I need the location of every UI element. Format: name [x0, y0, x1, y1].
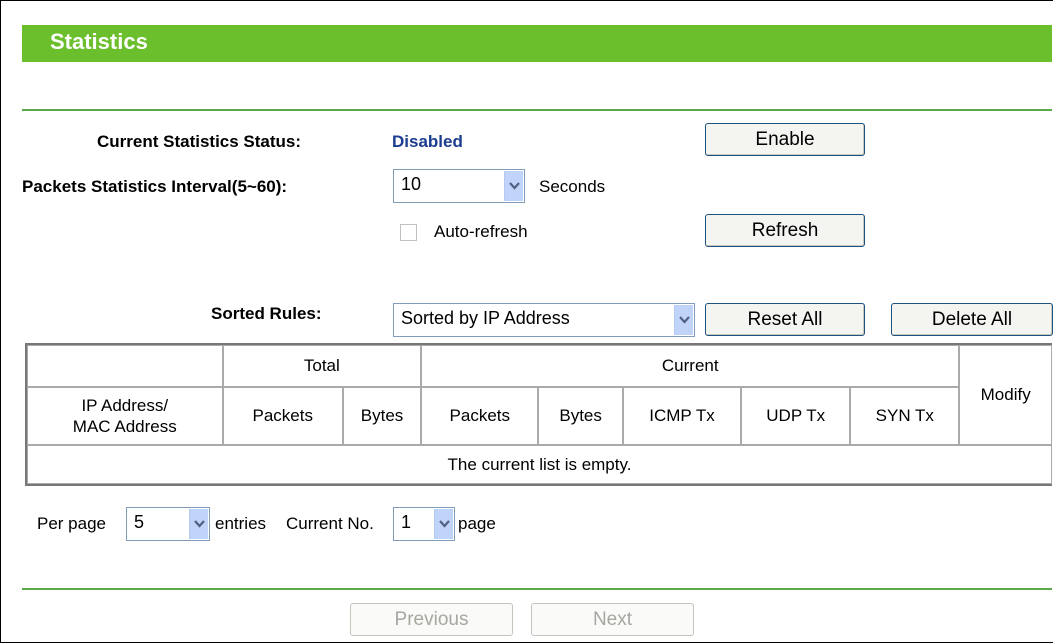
- divider-bottom: [22, 588, 1052, 590]
- chevron-down-icon: [504, 171, 523, 201]
- current-group-header: Current: [421, 345, 960, 387]
- interval-unit: Seconds: [539, 177, 606, 196]
- enable-button[interactable]: Enable: [705, 123, 865, 156]
- udp-tx-header: UDP Tx: [741, 387, 851, 445]
- reset-all-button[interactable]: Reset All: [705, 303, 865, 336]
- sort-label: Sorted Rules:: [211, 304, 322, 323]
- refresh-button[interactable]: Refresh: [705, 214, 865, 247]
- total-group-header: Total: [222, 345, 422, 387]
- icmp-tx-header: ICMP Tx: [622, 387, 742, 445]
- current-no-label: Current No.: [286, 514, 374, 533]
- sort-value: Sorted by IP Address: [401, 308, 570, 328]
- page-header: Statistics: [22, 25, 1052, 62]
- next-button[interactable]: Next: [531, 603, 694, 636]
- chevron-down-icon: [674, 305, 693, 335]
- chevron-down-icon: [434, 509, 453, 539]
- auto-refresh-label: Auto-refresh: [434, 222, 528, 241]
- interval-value: 10: [401, 174, 422, 194]
- blank-header-cell: [27, 345, 223, 387]
- sort-select[interactable]: Sorted by IP Address: [393, 303, 695, 337]
- per-page-select[interactable]: 5: [126, 507, 210, 541]
- per-page-label: Per page: [37, 514, 106, 533]
- statistics-table: Total Current Modify IP Address/ MAC Add…: [25, 343, 1052, 486]
- empty-list-message: The current list is empty.: [27, 445, 1052, 484]
- syn-tx-header: SYN Tx: [850, 387, 960, 445]
- page-label: page: [458, 514, 496, 533]
- previous-button[interactable]: Previous: [350, 603, 513, 636]
- auto-refresh-checkbox[interactable]: [400, 224, 417, 241]
- total-bytes-header: Bytes: [342, 387, 422, 445]
- interval-label: Packets Statistics Interval(5~60):: [22, 177, 288, 196]
- current-page-value: 1: [401, 512, 412, 532]
- entries-label: entries: [215, 514, 267, 533]
- current-packets-header: Packets: [421, 387, 539, 445]
- total-packets-header: Packets: [222, 387, 343, 445]
- delete-all-button[interactable]: Delete All: [891, 303, 1053, 336]
- current-bytes-header: Bytes: [538, 387, 623, 445]
- chevron-down-icon: [189, 509, 208, 539]
- address-header: IP Address/ MAC Address: [27, 387, 223, 445]
- divider-top: [22, 109, 1052, 111]
- page-title: Statistics: [50, 29, 148, 54]
- status-label: Current Statistics Status:: [97, 132, 302, 151]
- current-page-select[interactable]: 1: [393, 507, 455, 541]
- modify-header: Modify: [959, 345, 1052, 445]
- status-value: Disabled: [392, 132, 463, 151]
- interval-select[interactable]: 10: [393, 169, 525, 203]
- per-page-value: 5: [134, 512, 145, 532]
